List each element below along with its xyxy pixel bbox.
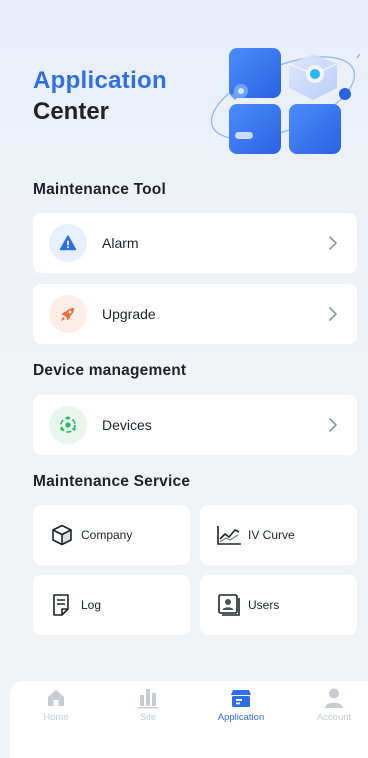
alarm-label: Alarm xyxy=(102,235,139,251)
page-header: Application Center xyxy=(33,66,167,128)
devices-label: Devices xyxy=(102,417,152,433)
users-label: Users xyxy=(248,598,280,612)
rocket-icon xyxy=(49,295,87,333)
devices-item[interactable]: Devices xyxy=(33,395,357,455)
cube-icon xyxy=(49,522,75,548)
tab-home-label: Home xyxy=(43,712,69,723)
log-label: Log xyxy=(81,598,102,612)
alarm-item[interactable]: Alarm xyxy=(33,213,357,273)
home-icon xyxy=(45,687,67,709)
upgrade-item[interactable]: Upgrade xyxy=(33,284,357,344)
document-icon xyxy=(49,592,75,618)
chevron-right-icon xyxy=(329,236,337,250)
upgrade-label: Upgrade xyxy=(102,306,156,322)
alarm-warning-icon xyxy=(49,224,87,262)
chart-curve-icon xyxy=(216,522,242,548)
chevron-right-icon xyxy=(329,307,337,321)
page-title-accent: Application xyxy=(33,67,167,94)
bar-chart-icon xyxy=(137,687,159,709)
section-title-device-management: Device management xyxy=(33,362,187,379)
iv-curve-tile[interactable]: IV Curve xyxy=(200,505,357,565)
person-icon xyxy=(323,687,345,709)
tab-application-label: Application xyxy=(217,712,265,723)
section-title-maintenance-tool: Maintenance Tool xyxy=(33,181,166,198)
tab-account[interactable]: Account xyxy=(294,681,368,741)
chevron-right-icon xyxy=(329,418,337,432)
tab-site[interactable]: Site xyxy=(108,681,188,741)
company-tile[interactable]: Company xyxy=(33,505,190,565)
iv-curve-label: IV Curve xyxy=(248,528,295,542)
page-title: Center xyxy=(33,98,110,125)
tab-home[interactable]: Home xyxy=(16,681,96,741)
user-card-icon xyxy=(216,592,242,618)
users-tile[interactable]: Users xyxy=(200,575,357,635)
application-center-illustration xyxy=(205,36,361,164)
log-tile[interactable]: Log xyxy=(33,575,190,635)
tab-site-label: Site xyxy=(139,712,157,723)
application-box-icon xyxy=(230,687,252,709)
tab-account-label: Account xyxy=(316,712,352,723)
company-label: Company xyxy=(81,528,133,542)
bottom-tab-bar: Home Site Application Account xyxy=(10,681,368,758)
tab-application[interactable]: Application xyxy=(201,681,281,741)
section-title-maintenance-service: Maintenance Service xyxy=(33,473,191,490)
devices-icon xyxy=(49,406,87,444)
